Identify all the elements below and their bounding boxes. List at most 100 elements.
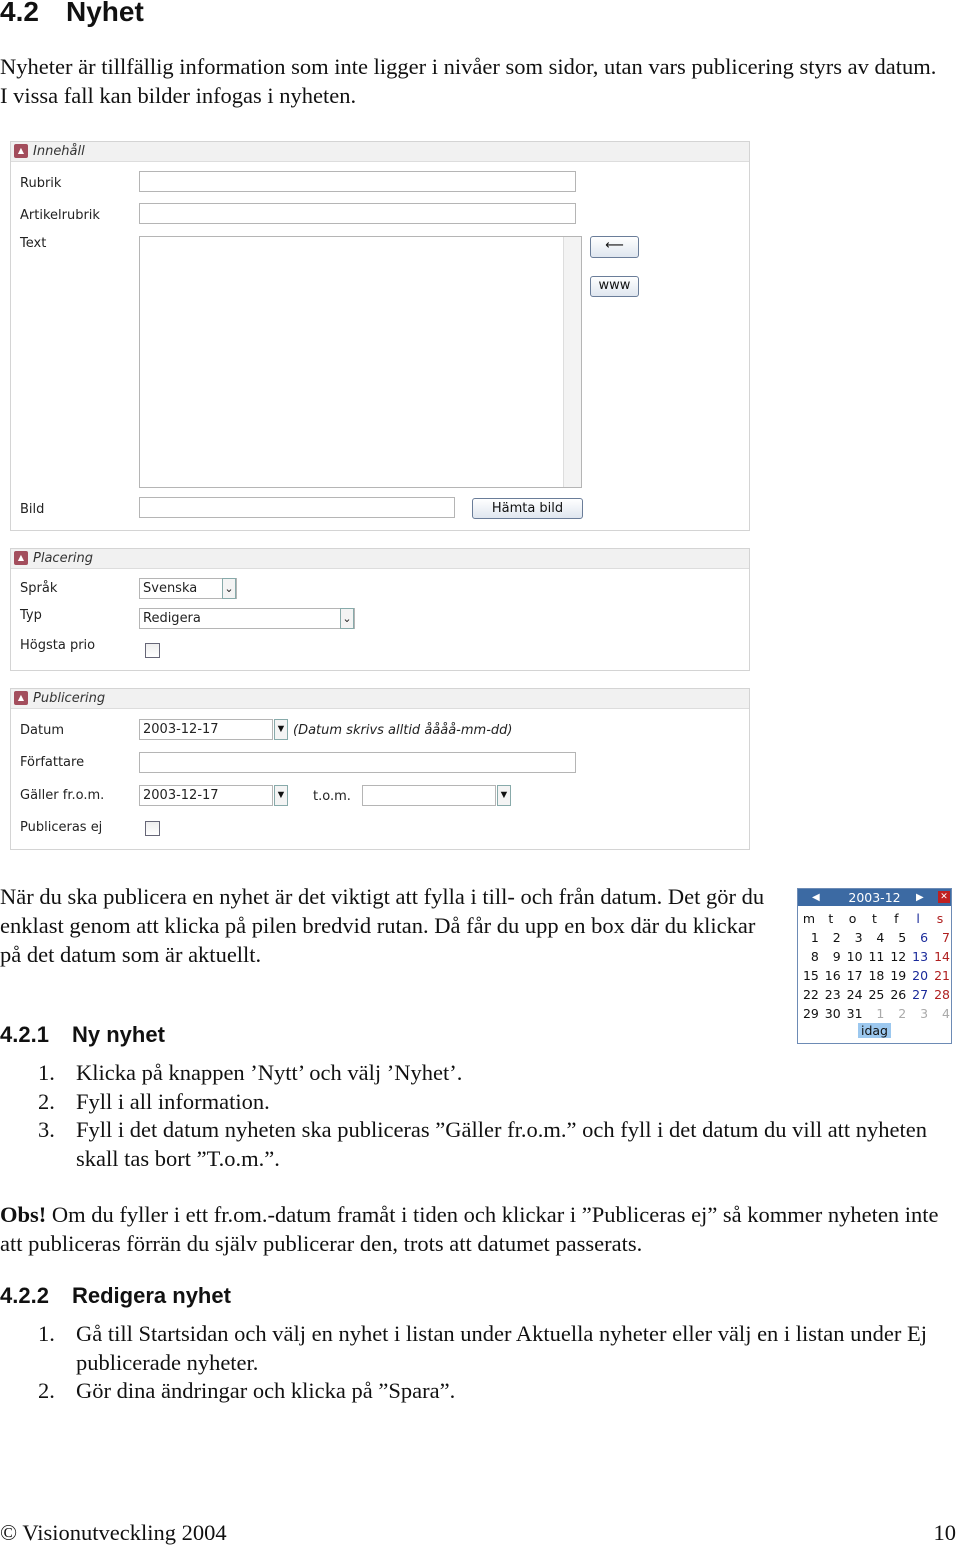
calendar-day[interactable]: 9	[820, 947, 842, 966]
calendar-day[interactable]: 3	[842, 928, 864, 947]
calendar-day[interactable]: 31	[842, 1004, 864, 1023]
calendar-day[interactable]: 5	[885, 928, 907, 947]
chevron-down-icon[interactable]: ⌄	[222, 578, 236, 599]
calendar-day[interactable]: 28	[929, 985, 951, 1004]
calendar-day[interactable]: 19	[885, 966, 907, 985]
calendar-day[interactable]: 21	[929, 966, 951, 985]
label-text: Text	[20, 236, 47, 251]
calendar-day[interactable]: 7	[929, 928, 951, 947]
www-button[interactable]: www	[590, 276, 639, 297]
subheading-421: 4.2.1 Ny nyhet	[0, 1022, 165, 1048]
obs-label: Obs!	[0, 1202, 47, 1227]
calendar-day[interactable]: 24	[842, 985, 864, 1004]
label-hogsta-prio: Högsta prio	[20, 638, 96, 653]
collapse-icon[interactable]: ▲	[14, 551, 28, 565]
label-publiceras-ej: Publiceras ej	[20, 820, 103, 835]
weekday-label: l	[916, 911, 920, 926]
collapse-icon[interactable]: ▲	[14, 144, 28, 158]
collapse-icon[interactable]: ▲	[14, 691, 28, 705]
label-bild: Bild	[20, 502, 45, 517]
calendar-day[interactable]: 10	[842, 947, 864, 966]
calendar-day[interactable]: 13	[907, 947, 929, 966]
list-item: 1. Klicka på knappen ’Nytt’ och välj ’Nyh…	[38, 1058, 928, 1087]
today-button[interactable]: idag	[857, 1023, 891, 1038]
publiceras-ej-checkbox[interactable]	[145, 821, 160, 836]
list-item: 2. Fyll i all information.	[38, 1087, 928, 1116]
calendar-day[interactable]: 15	[798, 966, 820, 985]
panel-header[interactable]: ▲ Innehåll	[11, 142, 749, 162]
dropdown-arrow-icon[interactable]: ▼	[274, 719, 288, 740]
calendar-day[interactable]: 1	[798, 928, 820, 947]
list-item-text: Gå till Startsidan och välj en nyhet i l…	[76, 1321, 928, 1375]
list-item: 3. Fyll i det datum nyheten ska publicera…	[38, 1117, 928, 1171]
panel-title: Publicering	[33, 691, 106, 706]
label-tom: t.o.m.	[313, 789, 351, 804]
calendar-day[interactable]: 2	[885, 1004, 907, 1023]
calendar-day[interactable]: 17	[842, 966, 864, 985]
subheading-title: Redigera nyhet	[72, 1283, 231, 1308]
calendar-day[interactable]: 29	[798, 1004, 820, 1023]
calendar-day[interactable]: 4	[929, 1004, 951, 1023]
list-item-text: Gör dina ändringar och klicka på ”Spara”…	[76, 1378, 456, 1403]
section-heading: 4.2 Nyhet	[0, 0, 144, 28]
forfattare-input[interactable]	[139, 752, 576, 773]
calendar-day[interactable]: 18	[864, 966, 886, 985]
close-icon[interactable]: ✕	[938, 891, 950, 903]
calendar-day[interactable]: 30	[820, 1004, 842, 1023]
galler-input[interactable]: 2003-12-17	[139, 785, 273, 806]
dropdown-arrow-icon[interactable]: ▼	[497, 785, 511, 806]
calendar-day[interactable]: 27	[907, 985, 929, 1004]
calendar-day[interactable]: 1	[864, 1004, 886, 1023]
calendar-header: ◀ 2003-12 ▶ ✕	[798, 889, 951, 906]
calendar-day[interactable]: 4	[864, 928, 886, 947]
panel-header[interactable]: ▲ Publicering	[11, 689, 749, 709]
panel-title: Innehåll	[33, 144, 85, 159]
hamta-bild-button[interactable]: Hämta bild	[472, 498, 583, 519]
tom-input[interactable]	[362, 785, 496, 806]
sprak-select[interactable]: Svenska ⌄	[139, 578, 237, 599]
subheading-422: 4.2.2 Redigera nyhet	[0, 1283, 231, 1309]
next-month-icon[interactable]: ▶	[916, 889, 924, 906]
datum-input[interactable]: 2003-12-17	[139, 719, 273, 740]
enter-icon[interactable]: ⟵	[590, 236, 639, 258]
paragraph-dates: När du ska publicera en nyhet är det vik…	[0, 884, 765, 967]
select-value: Svenska	[143, 581, 198, 596]
calendar-day[interactable]: 12	[885, 947, 907, 966]
calendar-day[interactable]: 11	[864, 947, 886, 966]
subheading-title: Ny nyhet	[72, 1022, 165, 1047]
list-item: 2. Gör dina ändringar och klicka på ”Spar…	[38, 1376, 928, 1405]
artikelrubrik-input[interactable]	[139, 203, 576, 224]
label-galler: Gäller fr.o.m.	[20, 788, 105, 803]
calendar-day[interactable]: 8	[798, 947, 820, 966]
calendar-day[interactable]: 20	[907, 966, 929, 985]
panel-innehall: ▲ Innehåll Rubrik Artikelrubrik Text ⟵ ww…	[10, 141, 750, 531]
panel-header[interactable]: ▲ Placering	[11, 549, 749, 569]
weekday-label: t	[872, 911, 877, 926]
obs-text: Om du fyller i ett fr.om.-datum framåt i…	[0, 1202, 939, 1256]
text-textarea[interactable]	[139, 236, 582, 488]
hogsta-prio-checkbox[interactable]	[145, 643, 160, 658]
calendar-day[interactable]: 22	[798, 985, 820, 1004]
weekday-label: s	[936, 911, 944, 926]
label-datum: Datum	[20, 723, 64, 738]
scrollbar[interactable]	[563, 237, 581, 487]
label-artikelrubrik: Artikelrubrik	[20, 208, 100, 223]
dropdown-arrow-icon[interactable]: ▼	[274, 785, 288, 806]
calendar-day[interactable]: 16	[820, 966, 842, 985]
calendar-day[interactable]: 25	[864, 985, 886, 1004]
calendar-day[interactable]: 26	[885, 985, 907, 1004]
chevron-down-icon[interactable]: ⌄	[340, 608, 354, 629]
calendar-day[interactable]: 14	[929, 947, 951, 966]
calendar-day[interactable]: 3	[907, 1004, 929, 1023]
calendar-day[interactable]: 23	[820, 985, 842, 1004]
panel-title: Placering	[33, 551, 94, 566]
calendar-day[interactable]: 6	[907, 928, 929, 947]
bild-input[interactable]	[139, 497, 455, 518]
calendar-day[interactable]: 2	[820, 928, 842, 947]
prev-month-icon[interactable]: ◀	[812, 889, 820, 906]
rubrik-input[interactable]	[139, 171, 576, 192]
weekday-label: m	[802, 911, 816, 926]
label-typ: Typ	[20, 608, 42, 623]
list-item-text: Fyll i det datum nyheten ska publiceras …	[76, 1117, 928, 1171]
typ-select[interactable]: Redigera ⌄	[139, 608, 355, 629]
